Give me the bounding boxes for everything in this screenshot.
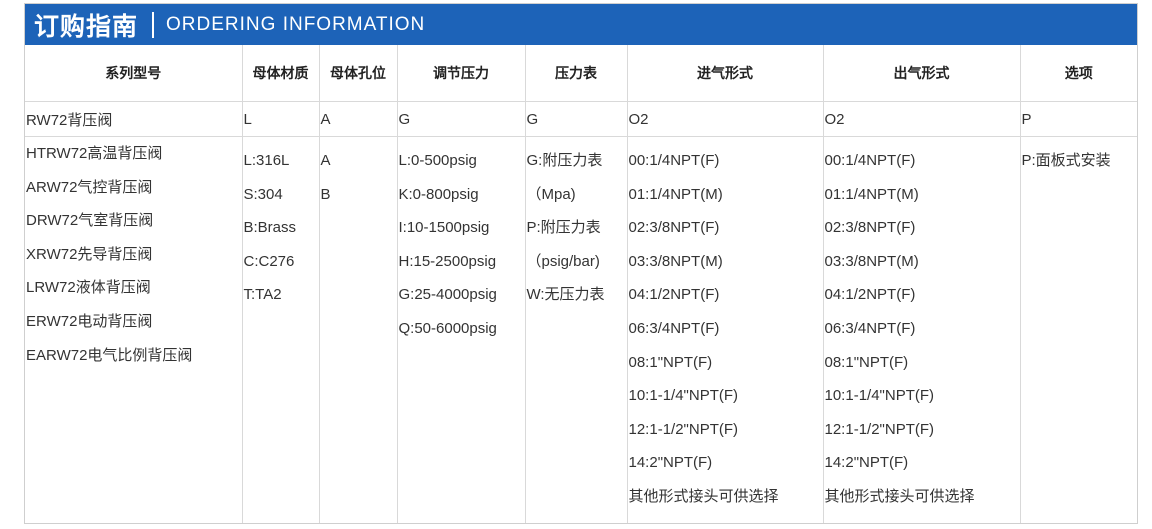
- option-item: EARW72电气比例背压阀: [26, 346, 193, 364]
- option-item: I:10-1500psig: [398, 219, 490, 237]
- option-item: 10:1-1/4"NPT(F): [628, 387, 739, 405]
- option-item: 12:1-1/2"NPT(F): [824, 420, 935, 438]
- option-item: Q:50-6000psig: [398, 319, 497, 337]
- column-header-material: 母体材质: [241, 45, 319, 102]
- options-material: L:316L S:304 B:Brass C:C276 T:TA2: [241, 136, 319, 523]
- banner-title-cn: 订购指南: [34, 11, 139, 41]
- option-item: G:附压力表: [526, 152, 603, 169]
- code-cell-gauge: G: [524, 101, 627, 137]
- column-header-outlet: 出气形式: [822, 45, 1020, 102]
- option-item: 08:1"NPT(F): [628, 353, 713, 371]
- option-item: L:0-500psig: [398, 152, 477, 169]
- options-row: HTRW72高温背压阀 ARW72气控背压阀 DRW72气室背压阀 XRW72先导背压…: [25, 136, 1137, 524]
- options-gauge: G:附压力表 （Mpa) P:附压力表 （psig/bar) W:无压力表: [524, 136, 627, 523]
- option-item: A: [320, 152, 331, 169]
- option-item: 03:3/8NPT(M): [824, 252, 919, 270]
- code-cell-pressure: G: [396, 101, 525, 137]
- header-banner: 订购指南 ORDERING INFORMATION: [25, 4, 1137, 45]
- code-cell-series: RW72背压阀: [25, 101, 242, 137]
- option-item: ERW72电动背压阀: [26, 312, 153, 330]
- option-item: P:面板式安装: [1021, 152, 1111, 169]
- option-item: 04:1/2NPT(F): [824, 286, 916, 304]
- banner-divider: [152, 11, 155, 38]
- column-header-options: 选项: [1019, 45, 1137, 102]
- option-item: HTRW72高温背压阀: [26, 145, 163, 162]
- option-item: DRW72气室背压阀: [26, 212, 154, 230]
- code-cell-outlet: O2: [822, 101, 1020, 137]
- option-item: B:Brass: [243, 219, 297, 237]
- option-item: H:15-2500psig: [398, 252, 497, 270]
- option-item: 06:3/4NPT(F): [628, 319, 720, 337]
- header-row: 系列型号 母体材质 母体孔位 调节压力 压力表 进气形式 出气形式 选项: [25, 45, 1137, 102]
- option-item: 12:1-1/2"NPT(F): [628, 420, 739, 438]
- code-cell-material: L: [241, 101, 319, 137]
- option-item: 01:1/4NPT(M): [824, 185, 919, 203]
- column-header-port: 母体孔位: [318, 45, 397, 102]
- options-extra: P:面板式安装: [1019, 136, 1137, 523]
- banner-title-en: ORDERING INFORMATION: [166, 13, 426, 35]
- option-item: T:TA2: [243, 286, 282, 304]
- option-item: 02:3/8NPT(F): [824, 219, 916, 237]
- option-item: 14:2"NPT(F): [824, 454, 909, 472]
- option-item: P:附压力表: [526, 219, 601, 237]
- ordering-info-panel: 订购指南 ORDERING INFORMATION 系列型号 母体材质 母体孔位…: [24, 3, 1138, 524]
- option-item: 00:1/4NPT(F): [824, 152, 916, 169]
- option-item: 14:2"NPT(F): [628, 454, 713, 472]
- option-item: L:316L: [243, 152, 290, 169]
- ordering-table: 系列型号 母体材质 母体孔位 调节压力 压力表 进气形式 出气形式 选项 RW7…: [25, 45, 1137, 524]
- option-item: 03:3/8NPT(M): [628, 252, 723, 270]
- options-outlet: 00:1/4NPT(F) 01:1/4NPT(M) 02:3/8NPT(F) 03:3…: [822, 136, 1020, 523]
- option-item: 00:1/4NPT(F): [628, 152, 720, 169]
- options-inlet: 00:1/4NPT(F) 01:1/4NPT(M) 02:3/8NPT(F) 03:3…: [626, 136, 823, 523]
- option-item: K:0-800psig: [398, 185, 479, 203]
- code-cell-inlet: O2: [626, 101, 823, 137]
- option-item: （Mpa): [526, 185, 576, 203]
- option-item: S:304: [243, 185, 283, 203]
- option-item: 01:1/4NPT(M): [628, 185, 723, 203]
- option-item: 08:1"NPT(F): [824, 353, 909, 371]
- code-cell-port: A: [318, 101, 397, 137]
- options-pressure: L:0-500psig K:0-800psig I:10-1500psig H:15-…: [396, 136, 525, 523]
- option-item: 10:1-1/4"NPT(F): [824, 387, 935, 405]
- column-header-gauge: 压力表: [524, 45, 627, 102]
- option-item: 06:3/4NPT(F): [824, 319, 916, 337]
- code-cell-options: P: [1019, 101, 1137, 137]
- option-item: 02:3/8NPT(F): [628, 219, 720, 237]
- option-item: 其他形式接头可供选择: [628, 487, 779, 505]
- column-header-series: 系列型号: [25, 45, 242, 102]
- options-port: AB: [318, 136, 397, 523]
- options-series: HTRW72高温背压阀 ARW72气控背压阀 DRW72气室背压阀 XRW72先导背压…: [25, 137, 242, 524]
- option-item: G:25-4000psig: [398, 286, 497, 304]
- option-item: ARW72气控背压阀: [26, 178, 153, 196]
- option-item: 其他形式接头可供选择: [824, 487, 975, 505]
- column-header-inlet: 进气形式: [626, 45, 823, 102]
- option-item: W:无压力表: [526, 286, 605, 304]
- option-item: 04:1/2NPT(F): [628, 286, 720, 304]
- option-item: B: [320, 185, 331, 203]
- option-item: C:C276: [243, 252, 295, 270]
- option-item: XRW72先导背压阀: [26, 245, 153, 263]
- code-row: RW72背压阀 L A G G O2 O2 P: [25, 101, 1137, 137]
- option-item: LRW72液体背压阀: [26, 279, 151, 297]
- option-item: （psig/bar): [526, 252, 600, 270]
- column-header-pressure: 调节压力: [396, 45, 525, 102]
